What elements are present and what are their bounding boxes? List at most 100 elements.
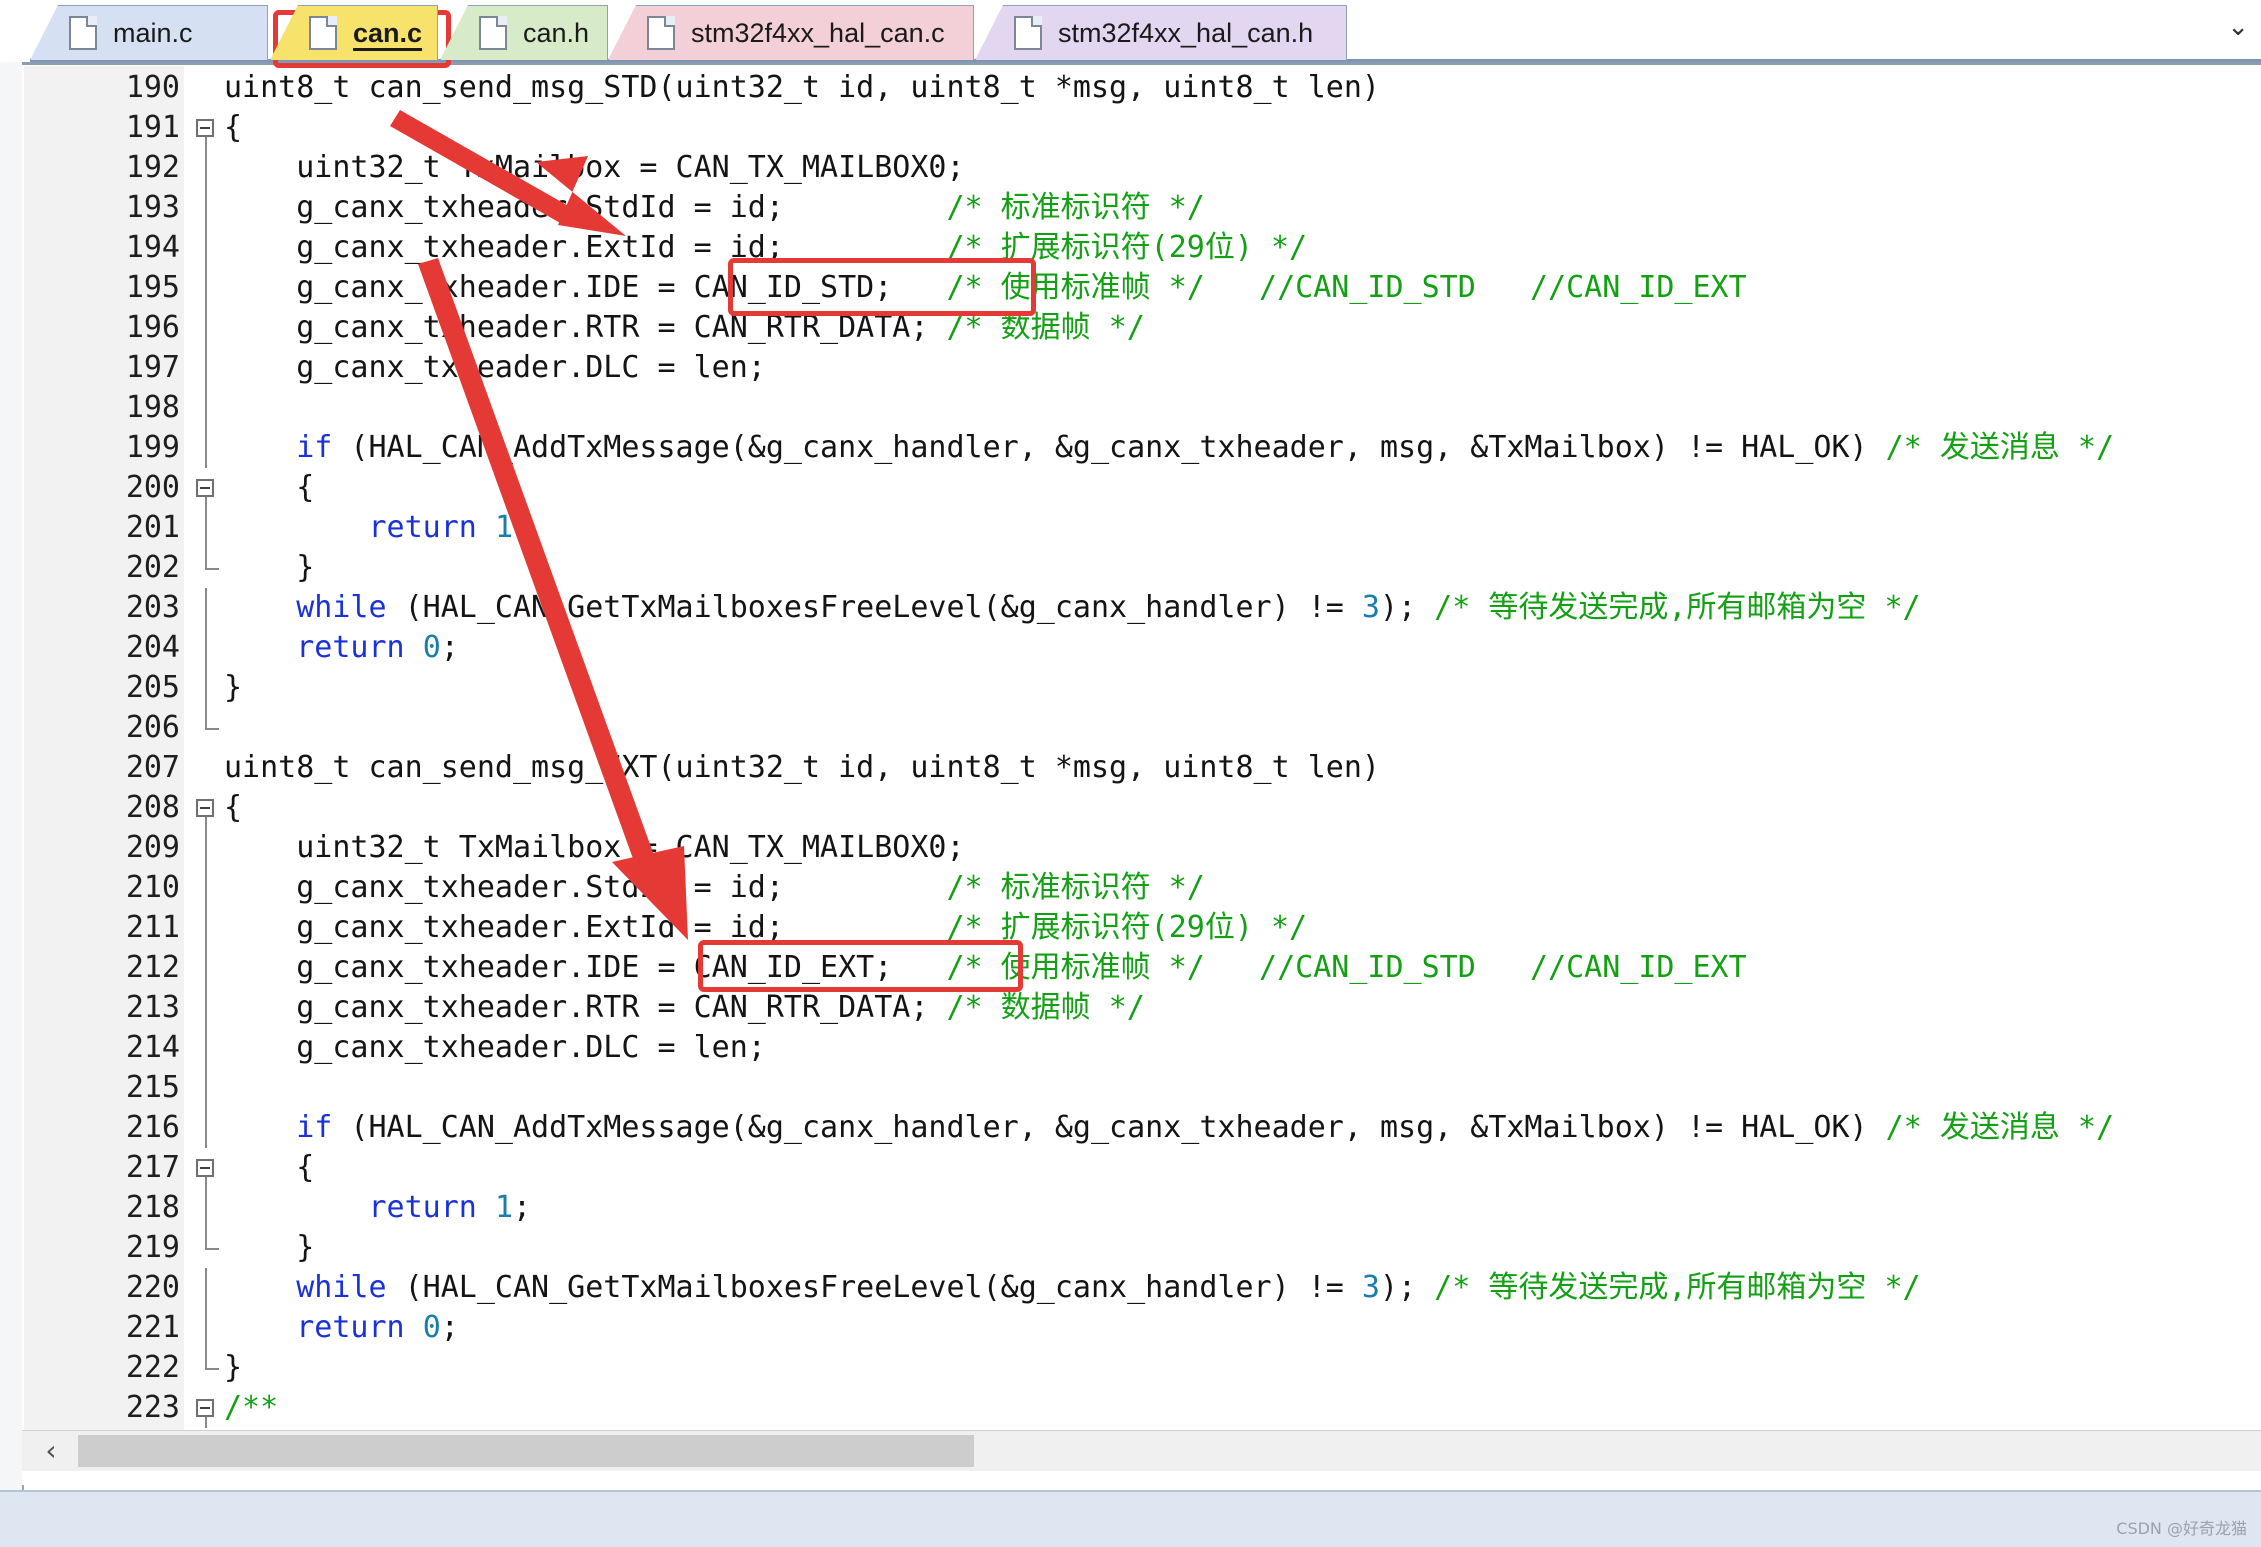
file-icon bbox=[1014, 16, 1042, 50]
code-text: } bbox=[224, 1348, 242, 1388]
chevron-down-icon[interactable]: ⌄ bbox=[2227, 12, 2249, 42]
code-token: uint32_t TxMailbox = CAN_TX_MAILBOX0; bbox=[224, 150, 965, 185]
line-number: 198 bbox=[125, 390, 180, 425]
code-number: 0 bbox=[422, 1310, 441, 1345]
code-token: g_canx_txheader.DLC = len; bbox=[224, 350, 766, 385]
code-keyword: if bbox=[296, 1110, 333, 1145]
code-line[interactable]: 190 uint8_t can_send_msg_STD(uint32_t id,… bbox=[0, 68, 2261, 108]
code-text: g_canx_txheader.DLC = len; bbox=[224, 1028, 766, 1068]
code-line[interactable]: 215 bbox=[0, 1068, 2261, 1108]
code-text: if (HAL_CAN_AddTxMessage(&g_canx_handler… bbox=[224, 428, 2114, 468]
code-text: { bbox=[224, 788, 242, 828]
code-line[interactable]: 193 g_canx_txheader.StdId = id; /* 标准标识符… bbox=[0, 188, 2261, 228]
code-lines[interactable]: 190 uint8_t can_send_msg_STD(uint32_t id,… bbox=[0, 68, 2261, 1428]
code-line[interactable]: 202 } bbox=[0, 548, 2261, 588]
code-number: 1 bbox=[494, 1190, 513, 1225]
code-line[interactable]: 221 return 0; bbox=[0, 1308, 2261, 1348]
code-line[interactable]: 205} bbox=[0, 668, 2261, 708]
code-token: ; bbox=[513, 510, 532, 545]
line-number: 213 bbox=[125, 990, 180, 1025]
file-icon bbox=[69, 16, 97, 50]
code-line[interactable]: 209 uint32_t TxMailbox = CAN_TX_MAILBOX0… bbox=[0, 828, 2261, 868]
fold-guide bbox=[205, 428, 207, 468]
code-token: { bbox=[224, 790, 243, 825]
code-line[interactable]: 204 return 0; bbox=[0, 628, 2261, 668]
line-number: 219 bbox=[125, 1230, 180, 1265]
fold-toggle-icon[interactable] bbox=[196, 1159, 214, 1177]
scroll-left-icon[interactable]: ‹ bbox=[34, 1433, 68, 1469]
code-line[interactable]: 211 g_canx_txheader.ExtId = id; /* 扩展标识符… bbox=[0, 908, 2261, 948]
fold-guide bbox=[205, 1068, 207, 1108]
code-line[interactable]: 201 return 1; bbox=[0, 508, 2261, 548]
tab-label: can.h bbox=[523, 17, 590, 48]
tab-label: stm32f4xx_hal_can.h bbox=[1058, 17, 1314, 48]
code-token: } bbox=[224, 670, 243, 705]
code-line[interactable]: 217 { bbox=[0, 1148, 2261, 1188]
status-bar bbox=[0, 1490, 2261, 1547]
fold-toggle-icon[interactable] bbox=[196, 799, 214, 817]
code-line[interactable]: 216 if (HAL_CAN_AddTxMessage(&g_canx_han… bbox=[0, 1108, 2261, 1148]
code-token: (HAL_CAN_AddTxMessage(&g_canx_handler, &… bbox=[332, 1110, 1886, 1145]
scrollbar-thumb[interactable] bbox=[78, 1435, 974, 1467]
code-line[interactable]: 197 g_canx_txheader.DLC = len; bbox=[0, 348, 2261, 388]
code-line[interactable]: 206 bbox=[0, 708, 2261, 748]
code-line[interactable]: 213 g_canx_txheader.RTR = CAN_RTR_DATA; … bbox=[0, 988, 2261, 1028]
code-line[interactable]: 222} bbox=[0, 1348, 2261, 1388]
fold-guide bbox=[205, 1417, 207, 1428]
code-text: return 0; bbox=[224, 1308, 459, 1348]
code-line[interactable]: 208 { bbox=[0, 788, 2261, 828]
line-number: 190 bbox=[125, 70, 180, 105]
line-number: 215 bbox=[125, 1070, 180, 1105]
tab-stm32f4xx-hal-can-c[interactable]: stm32f4xx_hal_can.c bbox=[608, 5, 974, 60]
code-line[interactable]: 192 uint32_t TxMailbox = CAN_TX_MAILBOX0… bbox=[0, 148, 2261, 188]
fold-guide bbox=[205, 708, 207, 728]
code-token: g_canx_txheader.DLC = len; bbox=[224, 1030, 766, 1065]
horizontal-scrollbar[interactable]: ‹ bbox=[22, 1430, 2261, 1471]
fold-guide bbox=[205, 497, 207, 508]
code-line[interactable]: 219 } bbox=[0, 1228, 2261, 1268]
file-icon bbox=[309, 16, 337, 50]
code-token: ; bbox=[440, 630, 459, 665]
code-line[interactable]: 199 if (HAL_CAN_AddTxMessage(&g_canx_han… bbox=[0, 428, 2261, 468]
code-line[interactable]: 218 return 1; bbox=[0, 1188, 2261, 1228]
fold-guide bbox=[205, 1308, 207, 1348]
code-text: return 1; bbox=[224, 1188, 532, 1228]
code-line[interactable]: 203 while (HAL_CAN_GetTxMailboxesFreeLev… bbox=[0, 588, 2261, 628]
code-token: ); bbox=[1379, 1270, 1435, 1305]
line-number: 220 bbox=[125, 1270, 180, 1305]
fold-guide bbox=[205, 868, 207, 908]
code-token: uint32_t TxMailbox = CAN_TX_MAILBOX0; bbox=[224, 830, 965, 865]
tab-can-h[interactable]: can.h bbox=[440, 5, 608, 60]
code-line[interactable]: 200 { bbox=[0, 468, 2261, 508]
tab-can-c[interactable]: can.c bbox=[270, 5, 438, 60]
code-line[interactable]: 210 g_canx_txheader.StdId = id; /* 标准标识符… bbox=[0, 868, 2261, 908]
code-token: { bbox=[224, 470, 315, 505]
code-token: { bbox=[224, 110, 243, 145]
code-line[interactable]: 196 g_canx_txheader.RTR = CAN_RTR_DATA; … bbox=[0, 308, 2261, 348]
code-line[interactable]: 223 /** bbox=[0, 1388, 2261, 1428]
code-text: } bbox=[224, 668, 242, 708]
file-icon bbox=[647, 16, 675, 50]
code-line[interactable]: 195 g_canx_txheader.IDE = CAN_ID_STD; /*… bbox=[0, 268, 2261, 308]
code-line[interactable]: 214 g_canx_txheader.DLC = len; bbox=[0, 1028, 2261, 1068]
tab-stm32f4xx-hal-can-h[interactable]: stm32f4xx_hal_can.h bbox=[975, 5, 1347, 60]
code-line[interactable]: 198 bbox=[0, 388, 2261, 428]
fold-toggle-icon[interactable] bbox=[196, 1399, 214, 1417]
code-line[interactable]: 191 { bbox=[0, 108, 2261, 148]
code-keyword: return bbox=[368, 510, 477, 545]
fold-toggle-icon[interactable] bbox=[196, 119, 214, 137]
code-line[interactable]: 212 g_canx_txheader.IDE = CAN_ID_EXT; /*… bbox=[0, 948, 2261, 988]
fold-end-marker bbox=[205, 1248, 219, 1250]
code-line[interactable]: 194 g_canx_txheader.ExtId = id; /* 扩展标识符… bbox=[0, 228, 2261, 268]
code-text: uint32_t TxMailbox = CAN_TX_MAILBOX0; bbox=[224, 828, 965, 868]
tab-main-c[interactable]: main.c bbox=[30, 5, 268, 60]
code-text: g_canx_txheader.StdId = id; /* 标准标识符 */ bbox=[224, 188, 1205, 228]
fold-toggle-icon[interactable] bbox=[196, 479, 214, 497]
code-line[interactable]: 220 while (HAL_CAN_GetTxMailboxesFreeLev… bbox=[0, 1268, 2261, 1308]
fold-guide bbox=[205, 1188, 207, 1228]
code-line[interactable]: 207 uint8_t can_send_msg_EXT(uint32_t id,… bbox=[0, 748, 2261, 788]
line-number: 217 bbox=[125, 1150, 180, 1185]
